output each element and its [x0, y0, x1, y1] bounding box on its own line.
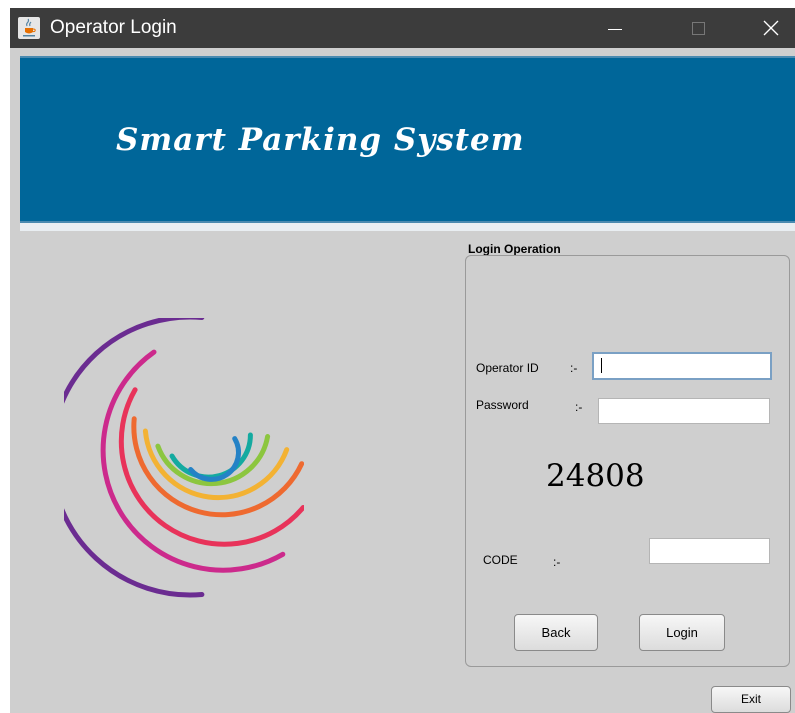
content-panel: Smart Parking System Login Operation Ope… [10, 48, 795, 713]
close-icon [763, 20, 779, 36]
logo-arc [64, 318, 205, 598]
operator-id-field[interactable] [592, 352, 772, 380]
password-field[interactable] [598, 398, 770, 424]
window-title: Operator Login [50, 17, 177, 38]
operator-id-separator: :- [570, 361, 578, 375]
exit-button[interactable]: Exit [711, 686, 791, 713]
code-separator: :- [553, 555, 561, 569]
logo-arc [188, 436, 241, 482]
banner-title: Smart Parking System [116, 122, 525, 158]
maximize-button [671, 8, 727, 48]
title-bar[interactable]: Operator Login [10, 8, 795, 48]
spiral-logo-icon [64, 318, 304, 598]
header-banner: Smart Parking System [20, 56, 795, 223]
captcha-code: 24808 [546, 458, 645, 494]
login-group-title: Login Operation [468, 242, 561, 256]
code-field[interactable] [649, 538, 770, 564]
close-button[interactable] [743, 8, 795, 48]
minimize-button[interactable] [586, 8, 642, 48]
banner-separator [20, 223, 795, 231]
text-caret [601, 358, 602, 373]
login-button[interactable]: Login [639, 614, 725, 651]
code-label: CODE [483, 553, 518, 567]
operator-login-window: Operator Login Smart Parking System Logi… [10, 8, 795, 713]
password-separator: :- [575, 400, 583, 414]
operator-id-label: Operator ID [476, 361, 539, 375]
java-coffee-icon [18, 17, 40, 39]
back-button[interactable]: Back [514, 614, 598, 651]
password-label: Password [476, 398, 529, 412]
